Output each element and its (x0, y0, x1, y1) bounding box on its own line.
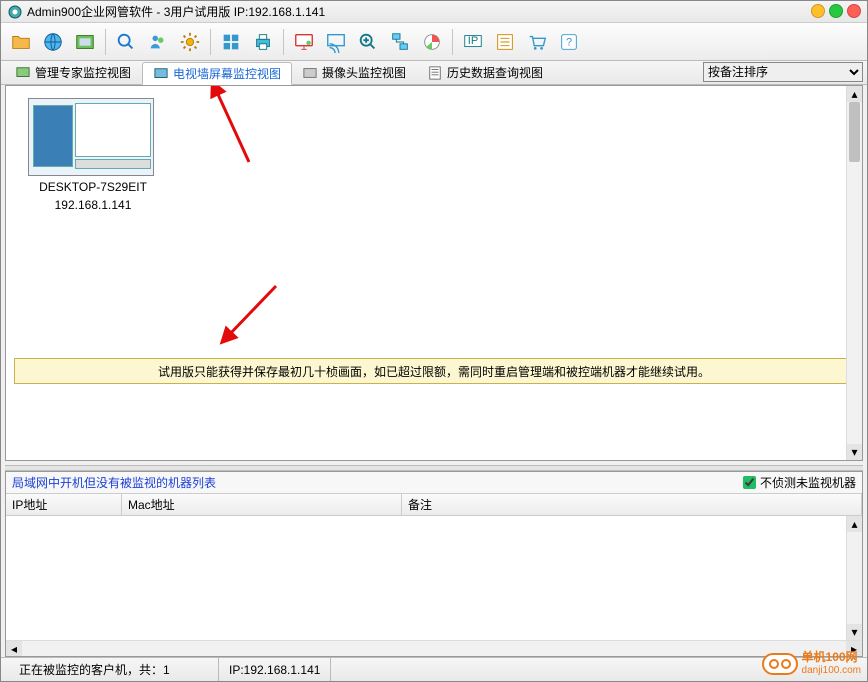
close-button[interactable] (847, 4, 861, 18)
panel-header: 局域网中开机但没有被监视的机器列表 不侦测未监视机器 (6, 472, 862, 494)
ip-icon[interactable]: IP (459, 28, 487, 56)
client-ip: 192.168.1.141 (28, 198, 158, 212)
scroll-right-button[interactable]: ▸ (846, 641, 862, 656)
folder-icon[interactable] (7, 28, 35, 56)
tab-label: 电视墙屏幕监控视图 (173, 65, 281, 82)
expert-icon (15, 65, 31, 81)
help-icon[interactable]: ? (555, 28, 583, 56)
vertical-scrollbar[interactable]: ▴ ▾ (846, 86, 862, 460)
titlebar[interactable]: Admin900企业网管软件 - 3用户试用版 IP:192.168.1.141 (1, 1, 867, 23)
unmonitored-panel: 局域网中开机但没有被监视的机器列表 不侦测未监视机器 IP地址 Mac地址 备注… (5, 471, 863, 657)
annotation-arrow (204, 86, 264, 172)
col-ip[interactable]: IP地址 (6, 494, 122, 515)
sort-dropdown[interactable]: 按备注排序 (703, 62, 863, 82)
tvwall-viewport: DESKTOP-7S29EIT 192.168.1.141 试用版只能获得并保存… (6, 86, 862, 460)
monitor-icon[interactable] (290, 28, 318, 56)
tab-history-view[interactable]: 历史数据查询视图 (417, 61, 554, 84)
view-tabs: 管理专家监控视图 电视墙屏幕监控视图 摄像头监控视图 历史数据查询视图 按备注排… (1, 61, 867, 85)
main-panel: DESKTOP-7S29EIT 192.168.1.141 试用版只能获得并保存… (5, 85, 863, 461)
svg-text:IP: IP (468, 34, 478, 46)
table-body: ▴ ▾ (6, 516, 862, 640)
window-title: Admin900企业网管软件 - 3用户试用版 IP:192.168.1.141 (27, 3, 325, 20)
maximize-button[interactable] (829, 4, 843, 18)
zoom-icon[interactable] (354, 28, 382, 56)
sort-select[interactable]: 按备注排序 (703, 62, 863, 82)
toolbar-separator (452, 29, 453, 55)
cart-icon[interactable] (523, 28, 551, 56)
annotation-arrow (216, 276, 296, 356)
camera-icon (302, 65, 318, 81)
status-ip: IP:192.168.1.141 (219, 658, 331, 681)
search-icon[interactable] (112, 28, 140, 56)
table-header: IP地址 Mac地址 备注 (6, 494, 862, 516)
toolbar-separator (283, 29, 284, 55)
toolbar-separator (210, 29, 211, 55)
toolbar-separator (105, 29, 106, 55)
scroll-thumb[interactable] (849, 102, 860, 162)
chart-icon[interactable] (418, 28, 446, 56)
app-icon (7, 4, 23, 20)
network-icon[interactable] (386, 28, 414, 56)
settings-icon[interactable] (176, 28, 204, 56)
history-icon (427, 65, 443, 81)
tab-label: 历史数据查询视图 (447, 64, 543, 81)
svg-text:?: ? (566, 36, 572, 48)
notice-text: 试用版只能获得并保存最初几十桢画面，如已超过限额，需同时重启管理端和被控端机器才… (158, 363, 710, 380)
col-note[interactable]: 备注 (402, 494, 862, 515)
scroll-down-button[interactable]: ▾ (847, 444, 862, 460)
tab-camera-view[interactable]: 摄像头监控视图 (292, 61, 417, 84)
vertical-scrollbar[interactable]: ▴ ▾ (846, 516, 862, 640)
trial-notice: 试用版只能获得并保存最初几十桢画面，如已超过限额，需同时重启管理端和被控端机器才… (14, 358, 854, 384)
view-icon[interactable] (71, 28, 99, 56)
app-window: Admin900企业网管软件 - 3用户试用版 IP:192.168.1.141… (0, 0, 868, 682)
scroll-down-button[interactable]: ▾ (847, 624, 862, 640)
client-thumbnail[interactable]: DESKTOP-7S29EIT 192.168.1.141 (28, 98, 158, 212)
tab-tvwall-view[interactable]: 电视墙屏幕监控视图 (142, 62, 292, 85)
tab-label: 摄像头监控视图 (322, 64, 406, 81)
print-icon[interactable] (249, 28, 277, 56)
globe-icon[interactable] (39, 28, 67, 56)
tab-label: 管理专家监控视图 (35, 64, 131, 81)
scroll-up-button[interactable]: ▴ (847, 86, 862, 102)
grid-icon[interactable] (217, 28, 245, 56)
scroll-track[interactable] (22, 641, 846, 656)
minimize-button[interactable] (811, 4, 825, 18)
status-client-count: 正在被监控的客户机，共：1 (9, 658, 219, 681)
statusbar: 正在被监控的客户机，共：1 IP:192.168.1.141 (1, 657, 867, 681)
scroll-track[interactable] (847, 102, 862, 444)
users-icon[interactable] (144, 28, 172, 56)
cast-icon[interactable] (322, 28, 350, 56)
scroll-left-button[interactable]: ◂ (6, 641, 22, 656)
checkbox-input[interactable] (743, 476, 756, 489)
list-icon[interactable] (491, 28, 519, 56)
horizontal-scrollbar[interactable]: ◂ ▸ (6, 640, 862, 656)
main-toolbar: IP ? (1, 23, 867, 61)
window-controls (811, 4, 861, 18)
screenshot-preview (28, 98, 154, 176)
client-name: DESKTOP-7S29EIT (28, 180, 158, 194)
checkbox-label: 不侦测未监视机器 (760, 474, 856, 491)
no-detect-checkbox[interactable]: 不侦测未监视机器 (743, 474, 856, 491)
panel-title: 局域网中开机但没有被监视的机器列表 (12, 474, 216, 491)
col-mac[interactable]: Mac地址 (122, 494, 402, 515)
scroll-track[interactable] (847, 532, 862, 624)
tvwall-icon (153, 66, 169, 82)
tab-expert-view[interactable]: 管理专家监控视图 (5, 61, 142, 84)
scroll-up-button[interactable]: ▴ (847, 516, 862, 532)
